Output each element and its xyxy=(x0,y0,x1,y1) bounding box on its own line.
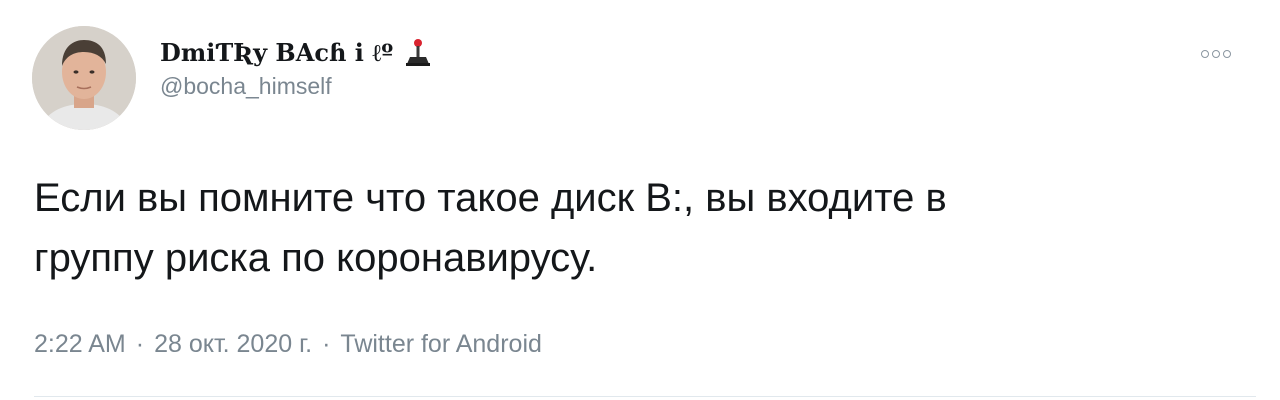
author-name-row[interactable]: DmiƬƦy BAcɦ i ℓº xyxy=(160,38,433,68)
tweet-text-line: Если вы помните что такое диск B:, вы вх… xyxy=(34,176,947,220)
tweet-text: Если вы помните что такое диск B:, вы вх… xyxy=(34,168,1214,288)
tweet-meta: 2:22 AM · 28 окт. 2020 г. · Twitter for Andr… xyxy=(34,328,542,360)
joystick-icon xyxy=(403,38,433,68)
author-handle[interactable]: @bocha_himself xyxy=(160,72,433,100)
avatar-photo xyxy=(32,26,136,130)
divider xyxy=(34,396,1256,397)
meta-separator: · xyxy=(322,330,331,358)
more-options-icon xyxy=(1201,50,1209,58)
tweet-header: DmiƬƦy BAcɦ i ℓº @bocha_himself xyxy=(160,38,433,100)
tweet-time[interactable]: 2:22 AM xyxy=(34,330,126,358)
more-options-button[interactable] xyxy=(1196,44,1236,64)
avatar[interactable] xyxy=(32,26,136,130)
tweet-text-line: группу риска по коронавирусу. xyxy=(34,236,598,280)
meta-separator: · xyxy=(135,330,145,358)
tweet-source[interactable]: Twitter for Android xyxy=(340,330,541,358)
tweet-card: DmiƬƦy BAcɦ i ℓº @bocha_himself Если вы … xyxy=(0,0,1280,400)
author-display-name[interactable]: DmiƬƦy BAcɦ i ℓº xyxy=(160,38,393,68)
more-options-dot xyxy=(1212,50,1220,58)
tweet-date[interactable]: 28 окт. 2020 г. xyxy=(154,330,312,358)
more-options-dot xyxy=(1223,50,1231,58)
